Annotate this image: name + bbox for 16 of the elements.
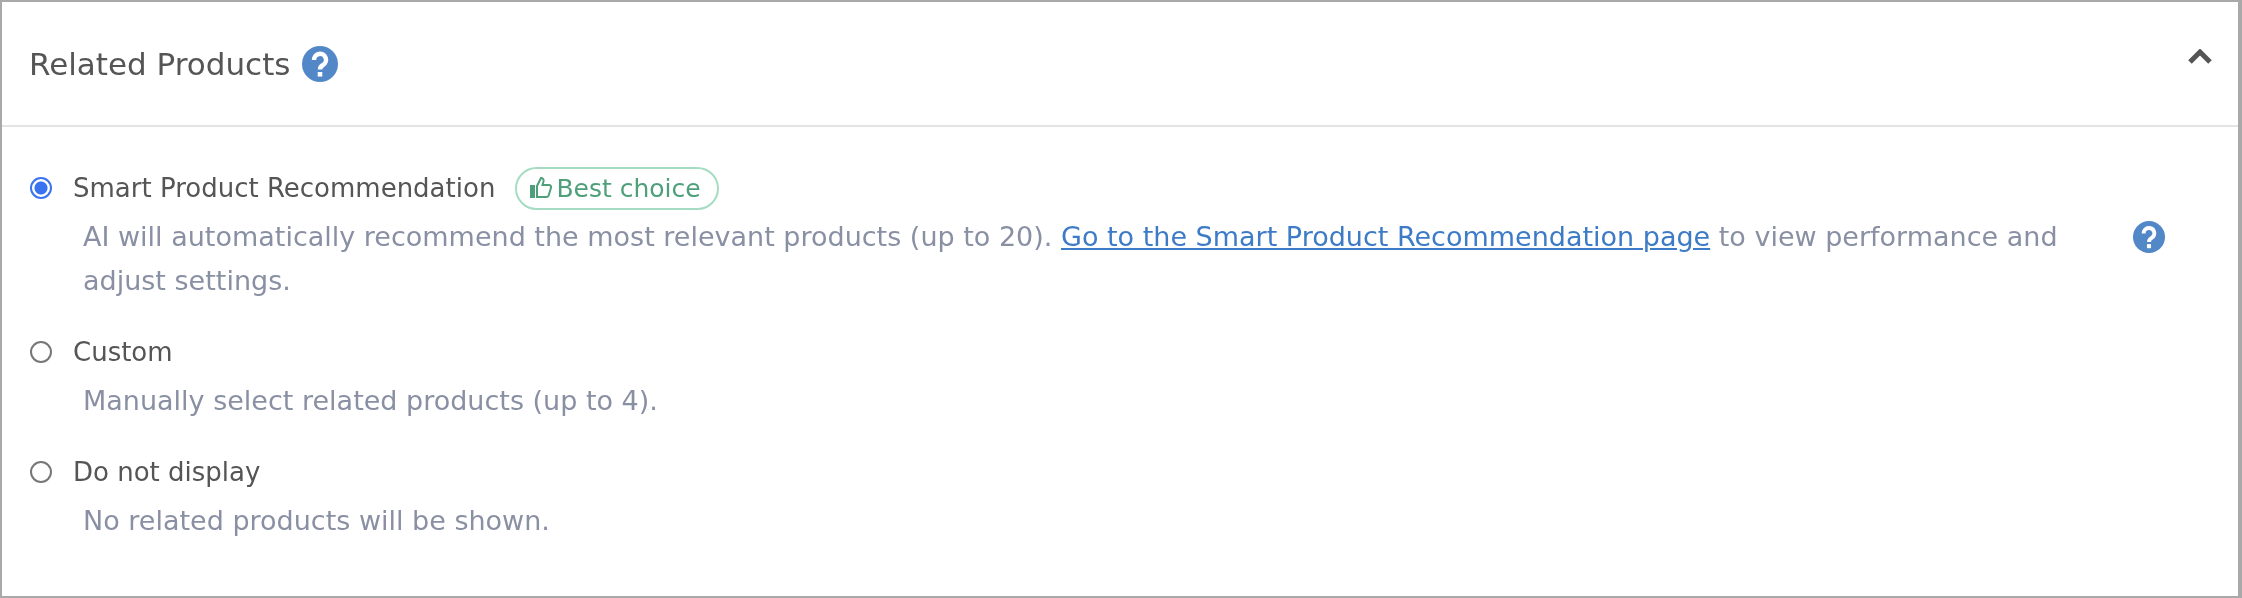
radio-button[interactable]: [30, 341, 52, 363]
best-choice-badge: Best choice: [515, 166, 719, 210]
help-icon[interactable]: [2133, 221, 2165, 253]
recommendation-page-link[interactable]: Go to the Smart Product Recommendation page: [1060, 221, 1711, 252]
option-description: Manually select related products (up to 4).: [83, 384, 659, 418]
option-label[interactable]: Custom: [73, 337, 173, 367]
radio-button[interactable]: [30, 177, 52, 199]
option-description: No related products will be shown.: [83, 504, 551, 538]
collapse-icon[interactable]: [2188, 48, 2212, 65]
thumbs-up-icon: [529, 176, 554, 200]
help-icon[interactable]: [302, 45, 339, 82]
panel-title: Related Products: [29, 45, 291, 82]
option-label[interactable]: Do not display: [73, 457, 261, 487]
option-label[interactable]: Smart Product Recommendation: [73, 173, 496, 203]
radio-button[interactable]: [30, 461, 52, 483]
option-description: AI will automatically recommend the most relevant products (up to 20). Go to the Smart Product Recommendation page to view performance and adjust settings.: [83, 220, 2059, 298]
